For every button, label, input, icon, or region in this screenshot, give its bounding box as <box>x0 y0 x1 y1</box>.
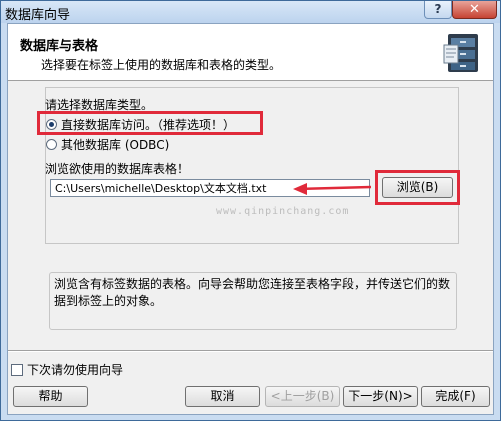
wizard-client-area: 数据库与表格 选择要在标签上使用的数据库和表格的类型。 请选择数据库类型。 直接… <box>7 23 494 415</box>
description-box: 浏览含有标签数据的表格。向导会帮助您连接至表格字段，并传送它们的数据到标签上的对… <box>49 272 457 330</box>
radio-direct-access[interactable]: 直接数据库访问。（推荐选项！） <box>46 116 235 133</box>
radio-label-direct-access: 直接数据库访问。（推荐选项！） <box>61 118 236 132</box>
cancel-button[interactable]: 取消 <box>185 386 260 407</box>
prev-button[interactable]: <上一步(B) <box>265 386 340 407</box>
radio-button[interactable] <box>46 139 57 150</box>
watermark-text: www.qinpinchang.com <box>216 206 350 217</box>
radio-label-odbc: 其他数据库 (ODBC) <box>61 138 170 152</box>
footer-separator <box>8 350 493 352</box>
close-button[interactable]: ✕ <box>452 1 497 19</box>
browse-table-label: 浏览欲使用的数据库表格！ <box>45 162 190 176</box>
arrow-pointer-icon <box>293 183 372 195</box>
dont-show-wizard-checkbox[interactable] <box>11 363 23 376</box>
finish-button[interactable]: 完成(F) <box>421 386 490 407</box>
filing-cabinet-database-icon <box>443 34 478 72</box>
radio-odbc[interactable]: 其他数据库 (ODBC) <box>46 136 169 153</box>
help-button[interactable]: 帮助 <box>13 386 88 407</box>
radio-button-checked[interactable] <box>46 119 57 130</box>
dont-show-wizard-checkbox-row[interactable]: 下次请勿使用向导 <box>11 361 123 378</box>
wizard-header: 数据库与表格 选择要在标签上使用的数据库和表格的类型。 <box>8 24 493 81</box>
browse-button[interactable]: 浏览(B) <box>382 177 453 198</box>
help-title-button[interactable]: ? <box>424 1 452 19</box>
title-bar[interactable]: 数据库向导 ? ✕ <box>1 1 500 23</box>
dont-show-wizard-label: 下次请勿使用向导 <box>27 363 124 377</box>
page-title: 数据库与表格 <box>20 39 99 54</box>
window-title: 数据库向导 <box>5 8 71 23</box>
page-subtitle: 选择要在标签上使用的数据库和表格的类型。 <box>41 58 282 72</box>
next-button[interactable]: 下一步(N)> <box>343 386 418 407</box>
wizard-window: 数据库向导 ? ✕ 数据库与表格 选择要在标签上使用的数据库和表格的类型。 请选… <box>0 0 501 421</box>
